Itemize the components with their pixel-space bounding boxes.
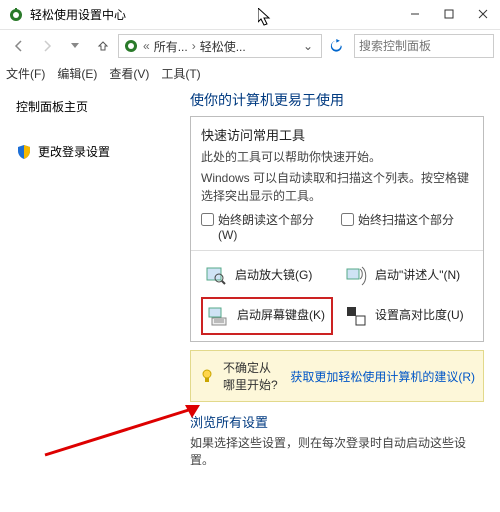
magnifier-icon <box>205 265 227 287</box>
tile-narrator[interactable]: 启动"讲述人"(N) <box>341 259 473 293</box>
history-dropdown[interactable] <box>62 33 88 59</box>
tile-narrator-label: 启动"讲述人"(N) <box>375 268 460 284</box>
sidebar-login-link[interactable]: 更改登录设置 <box>38 141 110 162</box>
window-title: 轻松使用设置中心 <box>30 6 398 23</box>
minimize-button[interactable] <box>398 0 432 28</box>
search-box[interactable] <box>354 34 494 58</box>
sidebar: 控制面板主页 更改登录设置 <box>0 84 190 510</box>
checkbox-always-scan[interactable]: 始终扫描这个部分 <box>341 211 473 242</box>
box-subtitle: 此处的工具可以帮助你快速开始。 <box>201 148 473 165</box>
forward-button[interactable] <box>34 33 60 59</box>
menu-file[interactable]: 文件(F) <box>6 65 45 82</box>
titlebar: 轻松使用设置中心 <box>0 0 500 30</box>
menu-view[interactable]: 查看(V) <box>109 65 149 82</box>
tile-contrast[interactable]: 设置高对比度(U) <box>341 297 473 335</box>
tile-contrast-label: 设置高对比度(U) <box>375 308 464 324</box>
menu-edit[interactable]: 编辑(E) <box>57 65 97 82</box>
refresh-button[interactable] <box>326 34 348 58</box>
chevron-down-icon[interactable]: ⌄ <box>303 39 317 53</box>
back-button[interactable] <box>6 33 32 59</box>
narrator-icon <box>345 265 367 287</box>
box-desc: Windows 可以自动读取和扫描这个列表。按空格键选择突出显示的工具。 <box>201 169 473 205</box>
menu-tools[interactable]: 工具(T) <box>161 65 200 82</box>
checkbox-input-read[interactable] <box>201 213 214 226</box>
close-button[interactable] <box>466 0 500 28</box>
hint-text: 不确定从哪里开始? <box>223 359 282 393</box>
checkbox-always-read[interactable]: 始终朗读这个部分(W) <box>201 211 333 242</box>
navbar: « 所有... › 轻松使... ⌄ <box>0 30 500 62</box>
browse-desc: 如果选择这些设置，则在每次登录时自动启动这些设置。 <box>190 435 484 469</box>
crumb-item-1[interactable]: 所有... <box>154 38 188 55</box>
quick-access-box: 快速访问常用工具 此处的工具可以帮助你快速开始。 Windows 可以自动读取和… <box>190 116 484 342</box>
box-title: 快速访问常用工具 <box>201 125 473 144</box>
browse-heading: 浏览所有设置 <box>190 412 484 431</box>
tile-osk-label: 启动屏幕键盘(K) <box>237 308 325 324</box>
crumb-item-2[interactable]: 轻松使... <box>200 38 246 55</box>
hint-link[interactable]: 获取更加轻松使用计算机的建议(R) <box>290 368 475 385</box>
tile-osk[interactable]: 启动屏幕键盘(K) <box>201 297 333 335</box>
shield-icon <box>16 144 32 160</box>
lightbulb-icon <box>199 368 215 384</box>
app-icon <box>8 7 24 23</box>
search-input[interactable] <box>359 39 489 53</box>
sidebar-home-link[interactable]: 控制面板主页 <box>16 96 174 117</box>
tile-magnifier-label: 启动放大镜(G) <box>235 268 312 284</box>
checkbox-input-scan[interactable] <box>341 213 354 226</box>
maximize-button[interactable] <box>432 0 466 28</box>
keyboard-icon <box>207 305 229 327</box>
up-button[interactable] <box>90 33 116 59</box>
cp-icon <box>123 38 139 54</box>
tile-magnifier[interactable]: 启动放大镜(G) <box>201 259 333 293</box>
main-pane: 使你的计算机更易于使用 快速访问常用工具 此处的工具可以帮助你快速开始。 Win… <box>190 84 500 510</box>
chevron-right-icon: › <box>190 39 198 53</box>
contrast-icon <box>345 305 367 327</box>
breadcrumb[interactable]: « 所有... › 轻松使... ⌄ <box>118 34 322 58</box>
menubar: 文件(F) 编辑(E) 查看(V) 工具(T) <box>0 62 500 84</box>
page-heading: 使你的计算机更易于使用 <box>190 90 484 110</box>
hint-box: 不确定从哪里开始? 获取更加轻松使用计算机的建议(R) <box>190 350 484 402</box>
crumb-sep-icon: « <box>141 39 152 53</box>
